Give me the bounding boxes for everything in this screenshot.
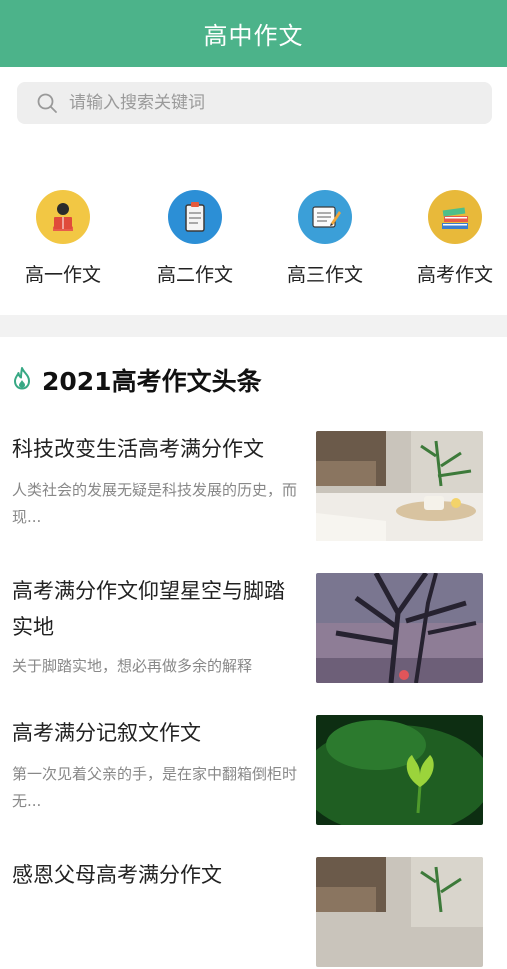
category-label: 高三作文 xyxy=(286,264,363,286)
article-title: 科技改变生活高考满分作文 xyxy=(12,437,264,461)
article-thumbnail xyxy=(316,715,483,825)
category-label: 高考作文 xyxy=(416,264,493,286)
category-grid: 高一作文 高二作文 高三作文 高考作文 xyxy=(0,190,507,290)
article-title: 感恩父母高考满分作文 xyxy=(12,863,222,887)
article-thumbnail xyxy=(316,573,483,683)
notepad-pen-icon xyxy=(298,190,352,244)
category-label: 高二作文 xyxy=(156,264,233,286)
flame-icon xyxy=(12,366,32,394)
category-grade1[interactable]: 高一作文 xyxy=(8,190,118,287)
article-summary: 第一次见着父亲的手，是在家中翻箱倒柜时无... xyxy=(12,765,298,810)
clipboard-icon xyxy=(168,190,222,244)
article-item[interactable]: 科技改变生活高考满分作文 人类社会的发展无疑是科技发展的历史，而现... xyxy=(0,431,507,543)
article-summary: 人类社会的发展无疑是科技发展的历史，而现... xyxy=(12,481,298,526)
article-title: 高考满分记叙文作文 xyxy=(12,721,201,745)
reading-person-icon xyxy=(36,190,90,244)
article-thumbnail xyxy=(316,857,483,967)
search-icon xyxy=(27,82,67,124)
article-item[interactable]: 感恩父母高考满分作文 xyxy=(0,857,507,969)
article-thumbnail xyxy=(316,431,483,541)
section-header: 2021高考作文头条 xyxy=(12,360,262,400)
section-title: 2021高考作文头条 xyxy=(42,367,262,396)
category-label: 高一作文 xyxy=(24,264,101,286)
article-summary: 关于脚踏实地，想必再做多余的解释 xyxy=(12,657,253,675)
section-divider xyxy=(0,315,507,337)
page-title: 高中作文 xyxy=(203,22,304,50)
category-gaokao[interactable]: 高考作文 xyxy=(400,190,507,287)
stacked-books-icon xyxy=(428,190,482,244)
category-grade2[interactable]: 高二作文 xyxy=(140,190,250,287)
search-bar[interactable] xyxy=(17,82,492,124)
app-header: 高中作文 xyxy=(0,0,507,67)
category-grade3[interactable]: 高三作文 xyxy=(270,190,380,287)
article-item[interactable]: 高考满分作文仰望星空与脚踏实地 关于脚踏实地，想必再做多余的解释 xyxy=(0,573,507,685)
article-item[interactable]: 高考满分记叙文作文 第一次见着父亲的手，是在家中翻箱倒柜时无... xyxy=(0,715,507,827)
search-input[interactable] xyxy=(67,92,451,114)
article-title: 高考满分作文仰望星空与脚踏实地 xyxy=(12,579,285,639)
